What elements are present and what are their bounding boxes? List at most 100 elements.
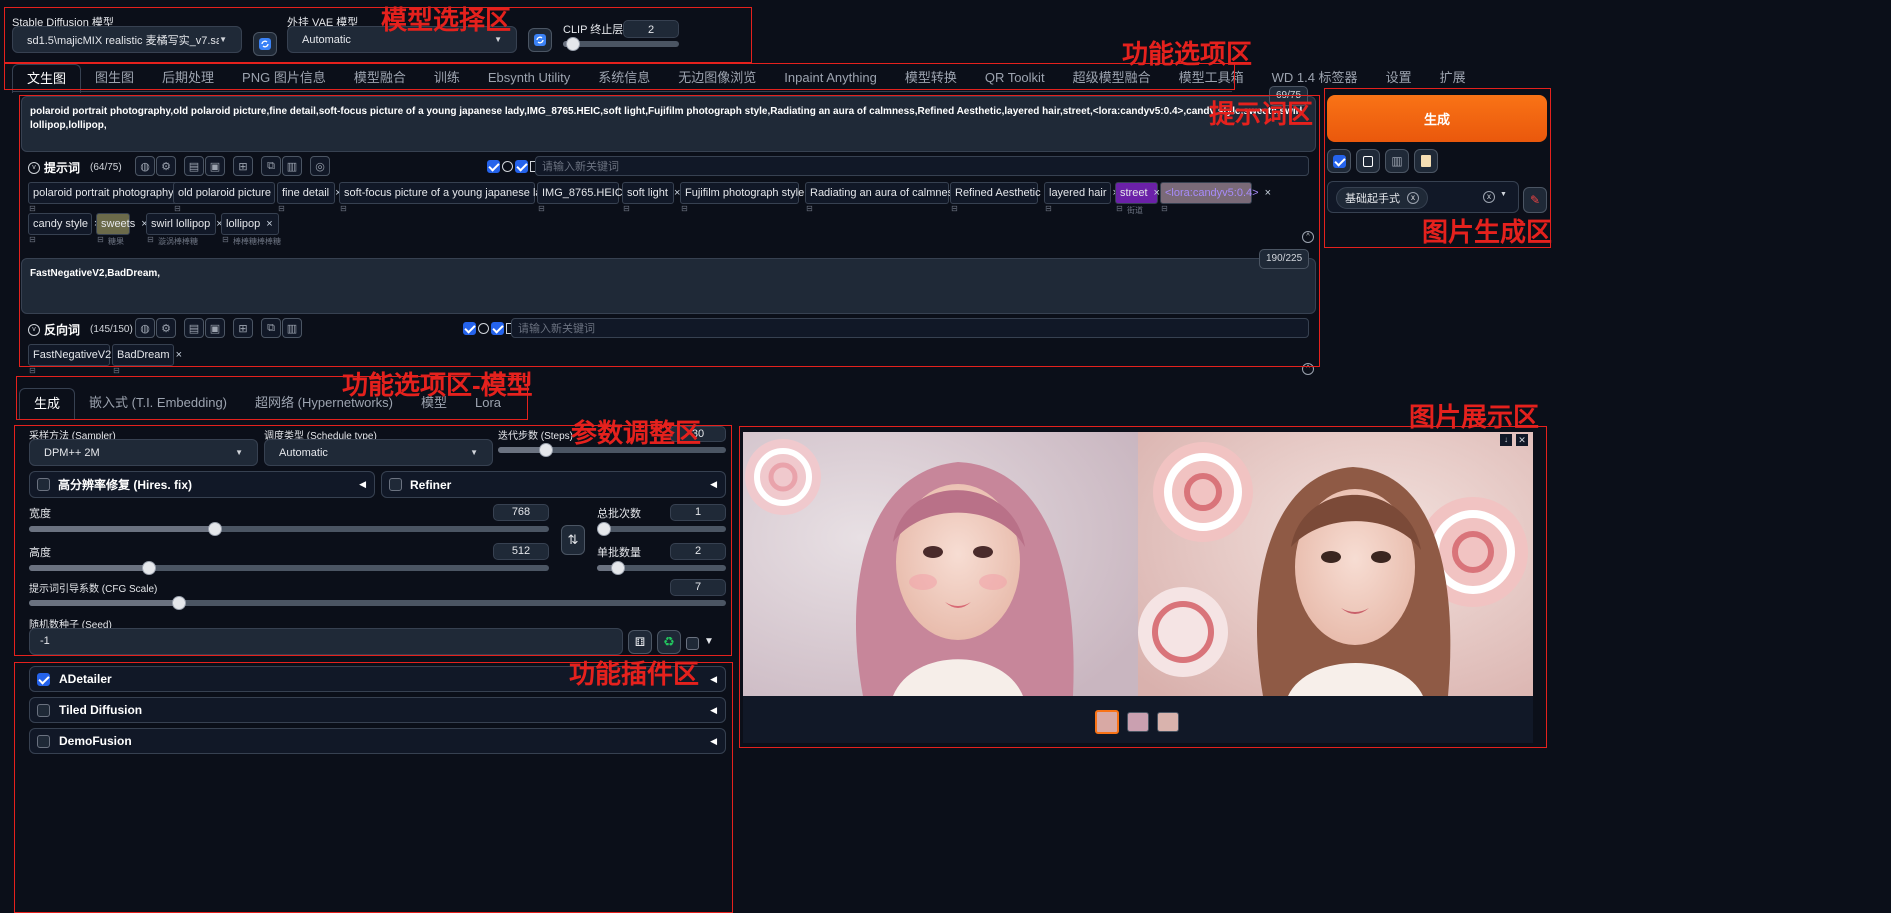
tag-edit-icon[interactable]: ⊟: [538, 204, 545, 213]
bookmark-icon[interactable]: ▣: [205, 318, 225, 338]
layout-icon[interactable]: ⊞: [233, 318, 253, 338]
tab-16[interactable]: 扩展: [1426, 64, 1480, 92]
schedule-select[interactable]: Automatic ▼: [264, 439, 493, 466]
close-icon[interactable]: x: [1407, 192, 1419, 204]
clock-icon[interactable]: [502, 161, 513, 172]
tag-edit-icon[interactable]: ⊟: [278, 204, 285, 213]
refresh-vae-button[interactable]: [528, 28, 552, 52]
clock-icon[interactable]: [478, 323, 489, 334]
tab-15[interactable]: 设置: [1372, 64, 1426, 92]
prompt-tag[interactable]: BadDream ×: [112, 344, 182, 366]
width-slider[interactable]: [29, 522, 549, 536]
settings-icon[interactable]: ⚙: [156, 318, 176, 338]
thumbnail-grid[interactable]: [1095, 710, 1119, 734]
sd-model-select[interactable]: sd1.5\majicMIX realistic 麦橘写实_v7.safeten…: [12, 26, 242, 53]
tab-6[interactable]: Ebsynth Utility: [474, 64, 584, 92]
sampler-select[interactable]: DPM++ 2M ▼: [29, 439, 258, 466]
batch-size-input[interactable]: 2: [670, 543, 726, 560]
close-icon[interactable]: ×: [266, 218, 272, 230]
layout-icon[interactable]: ⊞: [233, 156, 253, 176]
width-input[interactable]: 768: [493, 504, 549, 521]
checkbox[interactable]: [463, 322, 476, 335]
cfg-input[interactable]: 7: [670, 579, 726, 596]
clear-prompt-button[interactable]: [1356, 149, 1380, 173]
prompt-tag[interactable]: fine detail×: [277, 182, 342, 204]
tag-edit-icon[interactable]: ⊟: [1045, 204, 1052, 213]
steps-slider-knob[interactable]: [539, 443, 553, 457]
trash-icon[interactable]: ▥: [282, 156, 302, 176]
refiner-checkbox[interactable]: [389, 478, 402, 491]
batch-size-slider[interactable]: [597, 561, 726, 575]
tag-edit-icon[interactable]: ⊟: [147, 235, 154, 244]
prompt-tag[interactable]: layered hair×: [1044, 182, 1119, 204]
sub-tab-1[interactable]: 嵌入式 (T.I. Embedding): [75, 388, 241, 418]
tag-edit-icon[interactable]: ⊟: [951, 204, 958, 213]
prompt-tag[interactable]: IMG_8765.HEIC×: [537, 182, 635, 204]
clip-slider[interactable]: [563, 37, 679, 51]
collapse-icon[interactable]: v: [28, 161, 40, 174]
tab-8[interactable]: 无边图像浏览: [664, 64, 770, 92]
thumbnail-1[interactable]: [1127, 712, 1149, 732]
tag-edit-icon[interactable]: ⊟: [29, 204, 36, 213]
prompt-tag[interactable]: sweets ×: [96, 213, 148, 235]
clipboard-button[interactable]: [1414, 149, 1438, 173]
tag-edit-icon[interactable]: ⊟: [1161, 204, 1168, 213]
checkbox[interactable]: [487, 160, 500, 173]
tab-2[interactable]: 后期处理: [148, 64, 228, 92]
batch-size-slider-knob[interactable]: [611, 561, 625, 575]
refresh-model-button[interactable]: [253, 32, 277, 56]
generate-button[interactable]: 生成: [1327, 95, 1547, 142]
tab-9[interactable]: Inpaint Anything: [770, 64, 891, 92]
tag-edit-icon[interactable]: ⊟: [222, 235, 229, 244]
height-slider-knob[interactable]: [142, 561, 156, 575]
cfg-slider-knob[interactable]: [172, 596, 186, 610]
tab-11[interactable]: QR Toolkit: [971, 64, 1059, 92]
batch-count-slider[interactable]: [597, 522, 726, 536]
prompt-tag[interactable]: old polaroid picture×: [173, 182, 283, 204]
trash-button[interactable]: ▥: [1385, 149, 1409, 173]
globe-icon[interactable]: ◍: [135, 318, 155, 338]
close-icon[interactable]: ✕: [1516, 434, 1528, 446]
gear-icon[interactable]: ◎: [310, 156, 330, 176]
hires-fix-accordion[interactable]: 高分辨率修复 (Hires. fix) ◀: [29, 471, 375, 498]
prompt-header[interactable]: v 提示词 (64/75): [28, 159, 122, 176]
generated-image-1[interactable]: [743, 432, 1533, 696]
tag-edit-icon[interactable]: ⊟: [29, 366, 36, 375]
tag-edit-icon[interactable]: ⊟: [681, 204, 688, 213]
copy-icon[interactable]: ⧉: [261, 318, 281, 338]
prompt-tag[interactable]: Fujifilm photograph style×: [680, 182, 817, 204]
tab-0[interactable]: 文生图: [12, 63, 82, 93]
prompt-tag[interactable]: polaroid portrait photography×: [28, 182, 186, 204]
refiner-accordion[interactable]: Refiner ◀: [381, 471, 726, 498]
prompt-tag[interactable]: street ×: [1115, 182, 1160, 204]
prompt-tag[interactable]: soft-focus picture of a young japanese l…: [339, 182, 566, 204]
trash-icon[interactable]: ▥: [282, 318, 302, 338]
list-icon[interactable]: ▤: [184, 156, 204, 176]
prompt-textarea[interactable]: polaroid portrait photography,old polaro…: [21, 96, 1316, 152]
prompt-tag[interactable]: Refined Aesthetic×: [950, 182, 1053, 204]
tab-7[interactable]: 系统信息: [584, 64, 664, 92]
apply-style-button[interactable]: [1327, 149, 1351, 173]
negative-header[interactable]: v 反向词 (145/150): [28, 321, 133, 338]
tab-4[interactable]: 模型融合: [340, 64, 420, 92]
negative-textarea[interactable]: FastNegativeV2,BadDream,: [21, 258, 1316, 314]
plugin-accordion[interactable]: DemoFusion ◀: [29, 728, 726, 754]
tag-edit-icon[interactable]: ⊟: [97, 235, 104, 244]
tag-edit-icon[interactable]: ⊟: [340, 204, 347, 213]
tab-3[interactable]: PNG 图片信息: [228, 64, 340, 92]
list-icon[interactable]: ▤: [184, 318, 204, 338]
close-icon[interactable]: ×: [1265, 187, 1271, 199]
clip-value-input[interactable]: 2: [623, 20, 679, 38]
tab-5[interactable]: 训练: [420, 64, 474, 92]
thumbnail-2[interactable]: [1157, 712, 1179, 732]
height-input[interactable]: 512: [493, 543, 549, 560]
plugin-checkbox[interactable]: [37, 734, 50, 748]
tab-10[interactable]: 模型转换: [891, 64, 971, 92]
clear-icon[interactable]: x: [1483, 191, 1495, 203]
globe-icon[interactable]: ◍: [135, 156, 155, 176]
prompt-tag[interactable]: candy style×: [28, 213, 100, 235]
close-icon[interactable]: ×: [176, 349, 182, 361]
tag-edit-icon[interactable]: ⊟: [174, 204, 181, 213]
prompt-tag[interactable]: FastNegativeV2×: [28, 344, 124, 366]
seed-input[interactable]: -1: [29, 628, 623, 655]
